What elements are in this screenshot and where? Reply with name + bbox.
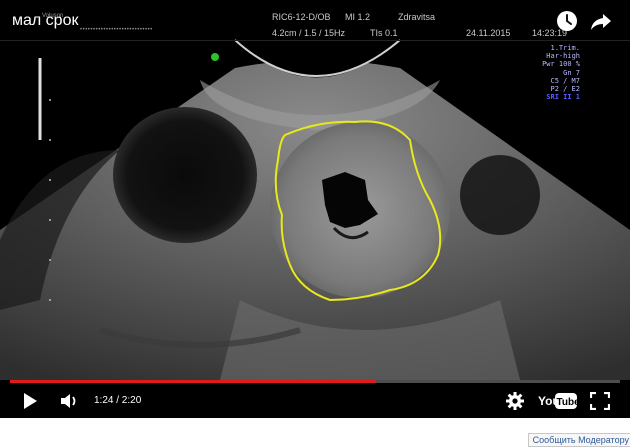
player-controls: 1:24 / 2:20 You Tube (0, 384, 630, 418)
device-brand: Voluson (42, 13, 64, 19)
ultrasound-frame (0, 39, 630, 380)
scan-params: 4.2cm / 1.5 / 15Hz (272, 28, 346, 38)
clinic-label: Zdravitsa (398, 12, 436, 22)
play-icon[interactable] (22, 392, 38, 415)
param-line: SRI II 1 (546, 93, 580, 102)
youtube-logo[interactable]: You Tube (538, 392, 580, 415)
param-line: Har-high (546, 52, 580, 61)
youtube-tube: Tube (557, 397, 579, 408)
param-line: P2 / E2 (550, 85, 580, 94)
param-line: Pwr 100 % (542, 60, 580, 69)
share-icon[interactable] (590, 12, 612, 32)
scan-date: 24.11.2015 (466, 28, 511, 38)
probe-label: RIC6-12-D/OB (272, 12, 331, 22)
fullscreen-icon[interactable] (589, 391, 611, 415)
volume-icon[interactable] (60, 392, 80, 415)
time-display: 1:24 / 2:20 (94, 395, 142, 406)
progress-bar[interactable] (10, 380, 620, 383)
param-line: C5 / M7 (550, 76, 580, 85)
progress-played (10, 380, 376, 383)
watch-later-icon[interactable] (556, 10, 578, 32)
param-line: 1.Trim. (550, 44, 580, 52)
gear-icon[interactable] (505, 391, 525, 416)
patient-id-mask: •••••••••••••••••••••••••••• (80, 27, 153, 33)
param-line: Gn 7 (563, 68, 580, 77)
imaging-parameters: 1.Trim. Har-high Pwr 100 % Gn 7 C5 / M7 … (542, 44, 580, 101)
video-player[interactable]: мал срок Voluson •••••••••••••••••••••••… (0, 0, 630, 418)
mi-label: MI 1.2 (345, 12, 371, 22)
tis-label: TIs 0.1 (370, 28, 398, 38)
